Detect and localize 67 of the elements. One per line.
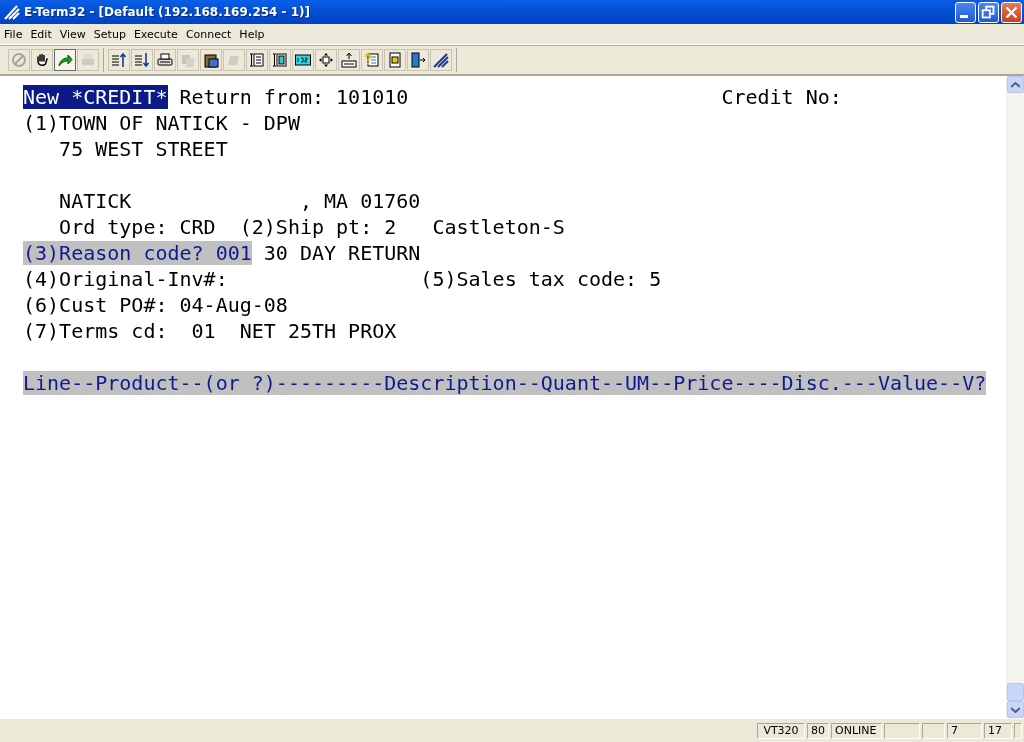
status-panel: 7 [947,722,982,739]
menu-item[interactable]: File [0,27,27,41]
app-icon [4,4,20,20]
terminal-text: (4)Original-Inv#: (5)Sales tax code: 5 [23,267,662,291]
document-lines-icon [272,52,288,68]
terminal-text: Return from: 101010 Credit No: [178,85,842,109]
toolbar-button[interactable] [246,49,268,71]
scroll-down-button[interactable] [1007,701,1024,718]
restore-button[interactable] [978,1,999,23]
vertical-scrollbar[interactable] [1006,76,1024,718]
no-entry-icon [11,52,27,68]
minimize-button[interactable] [955,1,976,23]
curved-arrow-icon [57,52,73,68]
status-panel [884,722,920,739]
column-132-icon [295,52,311,68]
document-icon [387,52,403,68]
terminal-text: 75 WEST STREET [58,137,228,161]
scroll-thumb[interactable] [1007,683,1024,701]
toolbar-button[interactable] [200,49,222,71]
menu-item[interactable]: View [55,27,90,41]
toolbar-button[interactable] [338,49,360,71]
toolbar-button[interactable] [407,49,429,71]
field-label: Line--Product--(or ?)---------Description--Quant--UM--Price----Disc.---Value--V? [23,371,987,395]
toolbar-button[interactable] [31,49,53,71]
status-panel [1014,722,1022,739]
terminal-text: (6)Cust PO#: 04-Aug-08 [23,293,288,317]
scroll-up-button[interactable] [1007,76,1024,93]
menu-item[interactable]: Execute [129,27,182,41]
document-lines-icon [249,52,265,68]
menu-item[interactable]: Help [235,27,269,41]
window-title: E-Term32 - [Default (192.168.169.254 - 1)] [24,5,312,19]
close-button[interactable] [1001,1,1022,23]
terminal-text: Ord type: CRD (2)Ship pt: 2 Castleton-S [58,215,565,239]
status-panel [922,722,945,739]
printer-icon [157,52,173,68]
minimize-icon [959,14,968,18]
menu-item[interactable]: Connect [181,27,236,41]
four-arrows-icon [318,52,334,68]
field-label: (3)Reason code? 001 [23,241,252,265]
question-document-icon [364,52,380,68]
lines-down-arrow-icon [134,52,150,68]
status-panel: VT320 [757,722,805,739]
keyboard-upload-icon [341,52,357,68]
clipboard-icon [203,52,219,68]
printer-icon [80,52,96,68]
toolbar-button[interactable] [315,49,337,71]
status-panel: 80 [807,722,829,739]
toolbar-button[interactable] [269,49,291,71]
status-panel: 17 [984,722,1012,739]
toolbar-button[interactable] [430,49,452,71]
copy-icon [180,52,196,68]
terminal-text: 30 DAY RETURN [262,241,421,265]
toolbar-button[interactable] [154,49,176,71]
terminal-text: (1)TOWN OF NATICK - DPW [23,111,300,135]
screen-title: New *CREDIT* [23,85,168,109]
diagonal-stripes-icon [433,52,449,68]
lines-up-arrow-icon [111,52,127,68]
menu-item[interactable]: Edit [26,27,56,41]
status-panel: ONLINE [831,722,882,739]
menu-item[interactable]: Setup [89,27,130,41]
terminal-text: (7)Terms cd: 01 NET 25TH PROX [23,319,397,343]
hand-icon [34,52,50,68]
exit-door-icon [410,52,426,68]
chevron-down-icon [1011,706,1020,713]
toolbar-button[interactable] [292,49,314,71]
chevron-up-icon [1011,81,1020,88]
terminal-text: NATICK , MA 01760 [58,189,421,213]
